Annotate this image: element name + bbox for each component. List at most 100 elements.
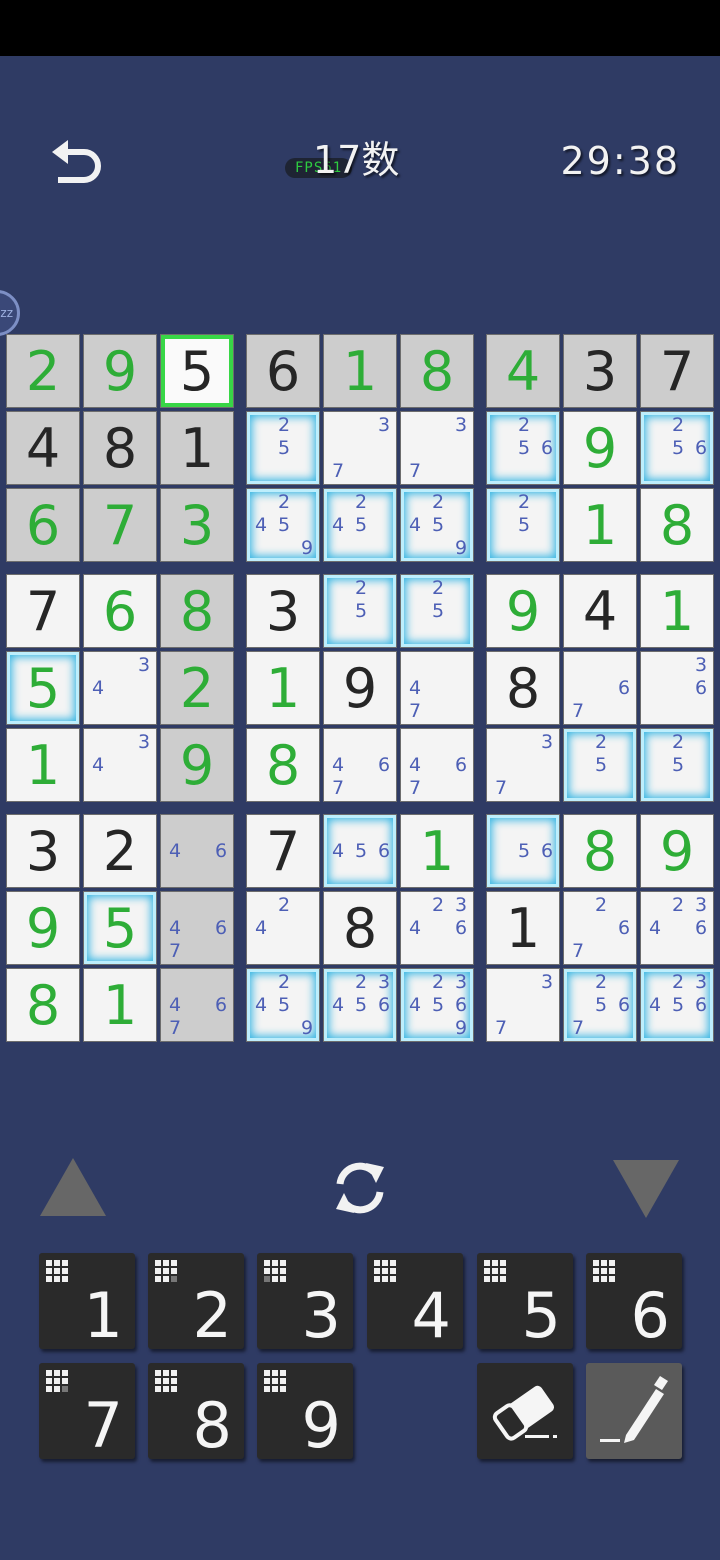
cell-r8-c5[interactable]: 8: [323, 891, 397, 965]
cell-r7-c6[interactable]: 1: [400, 814, 474, 888]
cell-r4-c9[interactable]: 1: [640, 574, 714, 648]
cell-r5-c1[interactable]: 5: [6, 651, 80, 725]
cell-r2-c2[interactable]: 8: [83, 411, 157, 485]
cell-r4-c2[interactable]: 6: [83, 574, 157, 648]
cell-r5-c5[interactable]: 9: [323, 651, 397, 725]
cell-r1-c3[interactable]: 5: [160, 334, 234, 408]
number-key-5[interactable]: 5: [477, 1253, 573, 1351]
cell-r6-c1[interactable]: 1: [6, 728, 80, 802]
refresh-button[interactable]: [326, 1157, 394, 1219]
cell-r9-c8[interactable]: 256 7: [563, 968, 637, 1042]
cell-r8-c2[interactable]: 5: [83, 891, 157, 965]
cell-r2-c6[interactable]: 37: [400, 411, 474, 485]
cell-r1-c7[interactable]: 4: [486, 334, 560, 408]
cell-r6-c6[interactable]: 4 6 7: [400, 728, 474, 802]
cell-digit: 2: [179, 657, 215, 720]
number-key-2[interactable]: 2: [148, 1253, 244, 1351]
cell-r7-c5[interactable]: 456: [323, 814, 397, 888]
number-key-7[interactable]: 7: [39, 1363, 135, 1461]
cell-r5-c2[interactable]: 34: [83, 651, 157, 725]
cell-r7-c4[interactable]: 7: [246, 814, 320, 888]
number-key-9[interactable]: 9: [257, 1363, 353, 1461]
cell-r2-c9[interactable]: 256: [640, 411, 714, 485]
cell-r6-c4[interactable]: 8: [246, 728, 320, 802]
cell-r2-c4[interactable]: 25: [246, 411, 320, 485]
cell-r5-c7[interactable]: 8: [486, 651, 560, 725]
cell-r8-c9[interactable]: 23 4 6: [640, 891, 714, 965]
number-key-1[interactable]: 1: [39, 1253, 135, 1351]
cell-r7-c3[interactable]: 46: [160, 814, 234, 888]
cell-r3-c8[interactable]: 1: [563, 488, 637, 562]
cell-r5-c9[interactable]: 36: [640, 651, 714, 725]
cell-r7-c8[interactable]: 8: [563, 814, 637, 888]
triangle-up-icon[interactable]: [40, 1158, 106, 1216]
cell-r6-c3[interactable]: 9: [160, 728, 234, 802]
cell-r8-c6[interactable]: 23 4 6: [400, 891, 474, 965]
cell-r6-c2[interactable]: 34: [83, 728, 157, 802]
cell-r9-c5[interactable]: 23 456: [323, 968, 397, 1042]
floating-assist-button[interactable]: zz: [0, 290, 20, 336]
cell-r7-c1[interactable]: 3: [6, 814, 80, 888]
number-key-4[interactable]: 4: [367, 1253, 463, 1351]
cell-r4-c8[interactable]: 4: [563, 574, 637, 648]
cell-r9-c4[interactable]: 2459: [246, 968, 320, 1042]
cell-r8-c3[interactable]: 4 6 7: [160, 891, 234, 965]
cell-r7-c2[interactable]: 2: [83, 814, 157, 888]
cell-r2-c5[interactable]: 37: [323, 411, 397, 485]
cell-r8-c1[interactable]: 9: [6, 891, 80, 965]
cell-r2-c8[interactable]: 9: [563, 411, 637, 485]
cell-r8-c8[interactable]: 26 7: [563, 891, 637, 965]
cell-r1-c5[interactable]: 1: [323, 334, 397, 408]
cell-r1-c4[interactable]: 6: [246, 334, 320, 408]
back-button[interactable]: [50, 138, 110, 190]
cell-r3-c7[interactable]: 25: [486, 488, 560, 562]
cell-r9-c9[interactable]: 23 456: [640, 968, 714, 1042]
cell-r2-c7[interactable]: 256: [486, 411, 560, 485]
cell-r1-c8[interactable]: 3: [563, 334, 637, 408]
cell-r9-c3[interactable]: 4 6 7: [160, 968, 234, 1042]
cell-r4-c6[interactable]: 25: [400, 574, 474, 648]
cell-r1-c2[interactable]: 9: [83, 334, 157, 408]
cell-r3-c1[interactable]: 6: [6, 488, 80, 562]
cell-r6-c7[interactable]: 37: [486, 728, 560, 802]
cell-r3-c9[interactable]: 8: [640, 488, 714, 562]
cell-r1-c6[interactable]: 8: [400, 334, 474, 408]
cell-r5-c4[interactable]: 1: [246, 651, 320, 725]
cell-r5-c6[interactable]: 47: [400, 651, 474, 725]
cell-r5-c8[interactable]: 67: [563, 651, 637, 725]
cell-r2-c3[interactable]: 1: [160, 411, 234, 485]
cell-r1-c9[interactable]: 7: [640, 334, 714, 408]
cell-r6-c5[interactable]: 4 6 7: [323, 728, 397, 802]
cell-r1-c1[interactable]: 2: [6, 334, 80, 408]
cell-r2-c1[interactable]: 4: [6, 411, 80, 485]
cell-r4-c5[interactable]: 25: [323, 574, 397, 648]
cell-r5-c3[interactable]: 2: [160, 651, 234, 725]
cell-r8-c7[interactable]: 1: [486, 891, 560, 965]
note-digit: 3: [694, 654, 708, 676]
number-key-3[interactable]: 3: [257, 1253, 353, 1351]
cell-r4-c3[interactable]: 8: [160, 574, 234, 648]
cell-r9-c2[interactable]: 1: [83, 968, 157, 1042]
cell-r3-c5[interactable]: 245: [323, 488, 397, 562]
cell-r6-c9[interactable]: 25: [640, 728, 714, 802]
cell-r7-c7[interactable]: 56: [486, 814, 560, 888]
cell-r8-c4[interactable]: 24: [246, 891, 320, 965]
cell-r4-c1[interactable]: 7: [6, 574, 80, 648]
pencil-button[interactable]: [586, 1363, 682, 1459]
cell-r9-c1[interactable]: 8: [6, 968, 80, 1042]
cell-r3-c6[interactable]: 2459: [400, 488, 474, 562]
cell-r3-c4[interactable]: 2459: [246, 488, 320, 562]
cell-r3-c2[interactable]: 7: [83, 488, 157, 562]
cell-r9-c7[interactable]: 37: [486, 968, 560, 1042]
cell-r3-c3[interactable]: 3: [160, 488, 234, 562]
cell-digit: 7: [265, 820, 301, 883]
cell-r4-c4[interactable]: 3: [246, 574, 320, 648]
number-key-6[interactable]: 6: [586, 1253, 682, 1351]
cell-r6-c8[interactable]: 25: [563, 728, 637, 802]
cell-r9-c6[interactable]: 23 4569: [400, 968, 474, 1042]
cell-r4-c7[interactable]: 9: [486, 574, 560, 648]
number-key-8[interactable]: 8: [148, 1363, 244, 1461]
cell-r7-c9[interactable]: 9: [640, 814, 714, 888]
triangle-down-icon[interactable]: [613, 1160, 679, 1218]
eraser-button[interactable]: [477, 1363, 573, 1459]
